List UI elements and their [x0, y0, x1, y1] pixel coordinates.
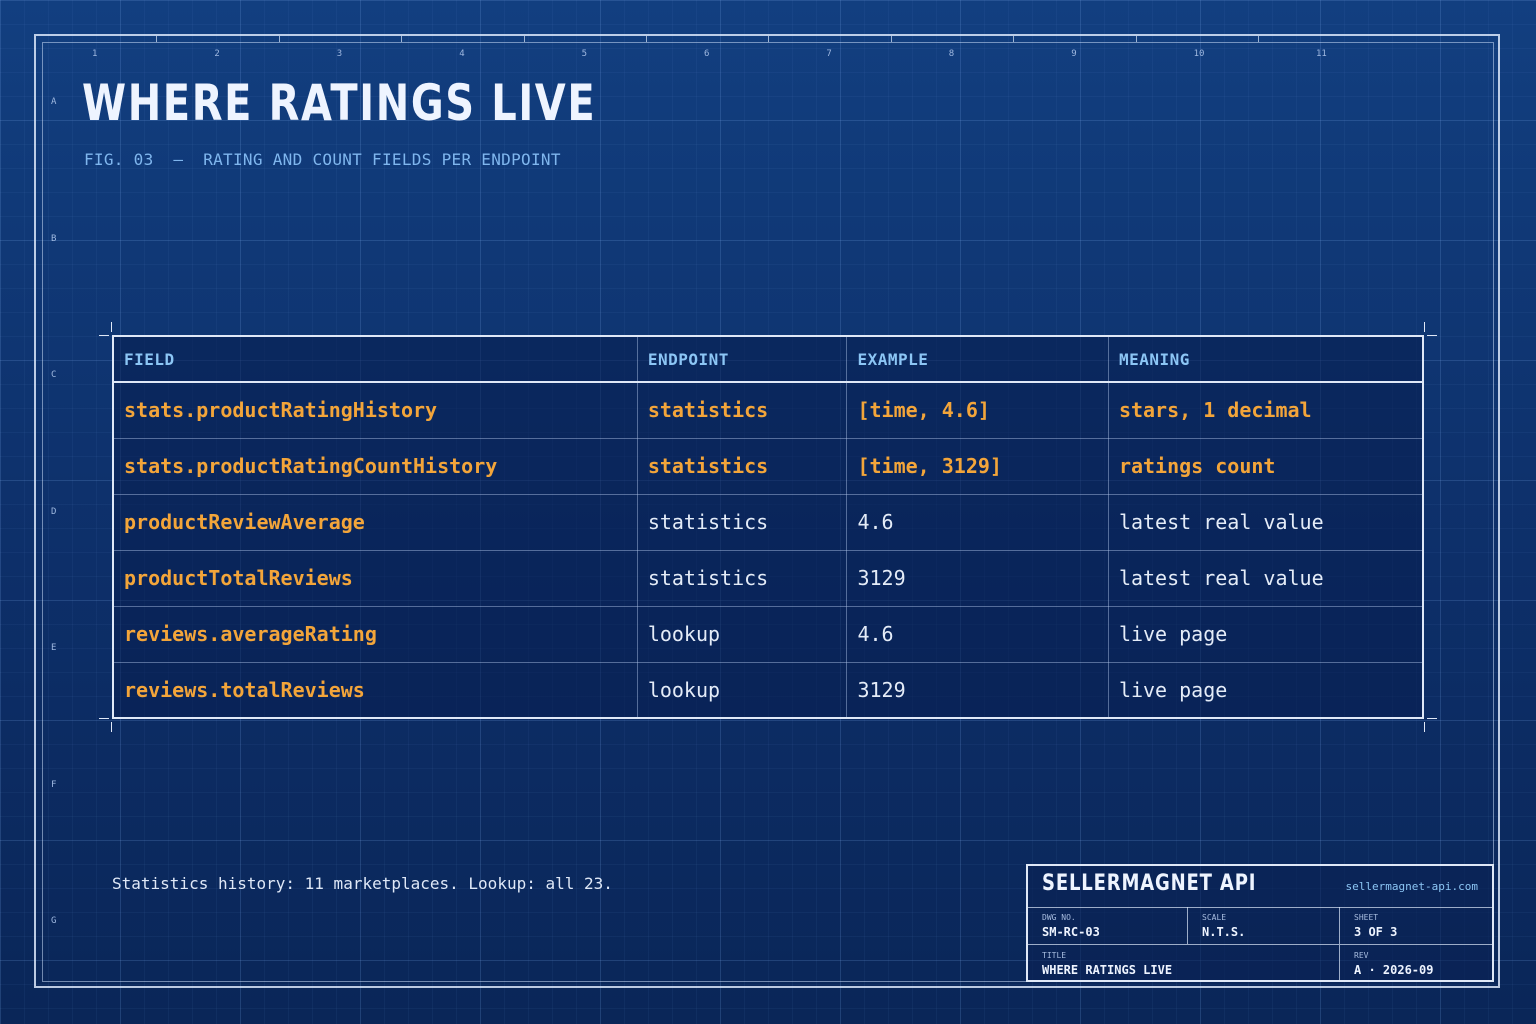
zone-tick	[646, 36, 647, 42]
zone-tick	[523, 36, 525, 42]
zone-row-letter: B	[51, 233, 57, 244]
cell-endpoint: lookup	[636, 605, 848, 663]
registration-mark	[99, 718, 109, 719]
table-header-row: FIELD ENDPOINT EXAMPLE MEANING	[112, 335, 1424, 383]
table-row: stats.productRatingHistory statistics [tim…	[112, 381, 1424, 439]
zone-tick	[1258, 36, 1259, 42]
zone-column-number: 10	[1193, 49, 1205, 59]
table-row: reviews.averageRating lookup 4.6 live page	[112, 605, 1424, 663]
cell-field: reviews.totalReviews	[112, 661, 638, 719]
column-header-example: EXAMPLE	[846, 335, 1109, 383]
column-header-endpoint: ENDPOINT	[636, 335, 848, 383]
column-header-meaning: MEANING	[1107, 335, 1424, 383]
title-block-header: SELLERMAGNET API sellermagnet-api.com	[1028, 866, 1492, 908]
zone-column-number: 8	[948, 49, 955, 59]
zone-tick	[278, 36, 280, 42]
zone-column-number: 3	[336, 49, 343, 59]
zone-column-number: 2	[214, 49, 220, 59]
zone-column-number: 9	[1071, 49, 1077, 59]
table-row: productReviewAverage statistics 4.6 latest …	[112, 493, 1424, 551]
cell-meaning: latest real value	[1107, 549, 1424, 607]
cell-meaning: live page	[1107, 605, 1424, 663]
cell-field: reviews.averageRating	[112, 605, 638, 663]
dwg-no-value: SM-RC-03	[1042, 925, 1100, 939]
registration-mark	[111, 322, 112, 332]
zone-tick	[1135, 36, 1137, 42]
cell-endpoint: statistics	[636, 381, 848, 439]
zone-tick	[890, 36, 892, 42]
cell-field: productTotalReviews	[112, 549, 638, 607]
dwg-no-label: DWG NO.	[1042, 913, 1076, 922]
rev-value: A · 2026-09	[1354, 963, 1434, 977]
cell-field: productReviewAverage	[112, 493, 638, 551]
zone-row-letter: C	[51, 370, 57, 380]
registration-mark	[1424, 322, 1425, 332]
fields-table-container: FIELD ENDPOINT EXAMPLE MEANING stats.pro…	[112, 335, 1424, 719]
sheet-value: 3 OF 3	[1354, 925, 1398, 939]
column-header-field: FIELD	[112, 335, 638, 383]
cell-endpoint: lookup	[636, 661, 848, 719]
cell-example: [time, 4.6]	[846, 381, 1109, 439]
title-cell: TITLE WHERE RATINGS LIVE	[1028, 945, 1340, 980]
coverage-note: Statistics history: 11 marketplaces. Loo…	[112, 874, 613, 893]
cell-endpoint: statistics	[636, 493, 848, 551]
cell-meaning: stars, 1 decimal	[1107, 381, 1424, 439]
cell-example: 4.6	[846, 493, 1109, 551]
rev-label: REV	[1354, 951, 1369, 960]
brand-url: sellermagnet-api.com	[1345, 880, 1478, 893]
zone-column-number: 5	[581, 49, 588, 59]
table-row: stats.productRatingCountHistory statistic…	[112, 437, 1424, 495]
zone-row-letter: E	[51, 643, 57, 653]
zone-tick	[156, 36, 158, 42]
cell-field: stats.productRatingCountHistory	[112, 437, 638, 495]
title-block: SELLERMAGNET API sellermagnet-api.com DW…	[1026, 864, 1494, 982]
scale-value: N.T.S.	[1202, 925, 1246, 939]
zone-row-letter: G	[51, 916, 57, 926]
zone-tick	[768, 36, 770, 42]
cell-example: 3129	[846, 661, 1109, 719]
zone-tick	[1013, 36, 1015, 42]
cell-meaning: live page	[1107, 661, 1424, 719]
sheet-label: SHEET	[1354, 913, 1379, 922]
table-row: productTotalReviews statistics 3129 latest …	[112, 549, 1424, 607]
cell-endpoint: statistics	[636, 549, 848, 607]
zone-column-number: 11	[1316, 49, 1327, 59]
fields-table: FIELD ENDPOINT EXAMPLE MEANING stats.pro…	[112, 335, 1424, 719]
page-title: WHERE RATINGS LIVE	[82, 74, 597, 132]
zone-column-number: 7	[826, 49, 832, 59]
dwg-no-cell: DWG NO. SM-RC-03	[1028, 907, 1188, 945]
rev-cell: REV A · 2026-09	[1340, 945, 1492, 980]
registration-mark	[1427, 718, 1437, 719]
zone-row-letter: F	[51, 779, 57, 790]
zone-column-number: 1	[92, 49, 98, 59]
registration-mark	[111, 722, 112, 732]
cell-example: [time, 3129]	[846, 437, 1109, 495]
title-label: TITLE	[1042, 951, 1067, 960]
cell-meaning: ratings count	[1107, 437, 1424, 495]
registration-mark	[99, 335, 109, 336]
title-value: WHERE RATINGS LIVE	[1042, 963, 1173, 977]
figure-caption: FIG. 03 — RATING AND COUNT FIELDS PER EN…	[84, 150, 561, 169]
scale-label: SCALE	[1202, 913, 1227, 922]
cell-meaning: latest real value	[1107, 493, 1424, 551]
zone-tick	[401, 36, 403, 42]
zone-row-letter: A	[51, 97, 57, 107]
zone-row-letter: D	[51, 506, 57, 517]
cell-endpoint: statistics	[636, 437, 848, 495]
registration-mark	[1427, 335, 1437, 336]
cell-field: stats.productRatingHistory	[112, 381, 638, 439]
brand-name: SELLERMAGNET API	[1042, 871, 1257, 896]
scale-cell: SCALE N.T.S.	[1188, 907, 1340, 945]
sheet-cell: SHEET 3 OF 3	[1340, 907, 1492, 945]
table-row: reviews.totalReviews lookup 3129 live page	[112, 661, 1424, 719]
zone-column-number: 4	[459, 49, 465, 59]
cell-example: 3129	[846, 549, 1109, 607]
zone-column-number: 6	[704, 49, 710, 59]
registration-mark	[1424, 722, 1425, 732]
cell-example: 4.6	[846, 605, 1109, 663]
